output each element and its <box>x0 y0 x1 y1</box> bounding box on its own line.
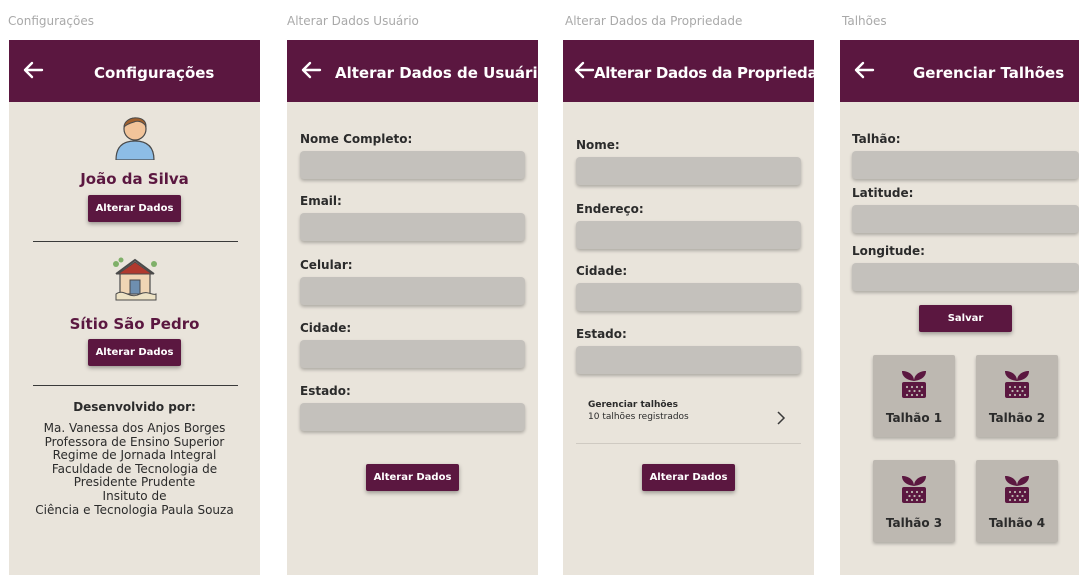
estado-field[interactable] <box>300 403 525 431</box>
latitude-label: Latitude: <box>852 186 914 200</box>
longitude-label: Longitude: <box>852 244 925 258</box>
alterar-dados-button[interactable]: Alterar Dados <box>642 464 735 491</box>
longitude-field[interactable] <box>852 263 1079 291</box>
credits-text: Ma. Vanessa dos Anjos Borges Professora … <box>9 421 260 517</box>
divider <box>33 385 238 386</box>
cidade-field[interactable] <box>300 340 525 368</box>
celular-label: Celular: <box>300 258 353 272</box>
app-bar: Alterar Dados da Propriedade <box>563 40 814 102</box>
talhao-tile-label: Talhão 3 <box>885 516 943 530</box>
talhao-tile[interactable]: Talhão 1 <box>873 355 955 437</box>
divider <box>33 241 238 242</box>
talhao-label: Talhão: <box>852 132 901 146</box>
screen-alterar-dados-propriedade: Alterar Dados da Propriedade Nome: Ender… <box>563 40 814 575</box>
user-name: João da Silva <box>80 170 189 188</box>
caption-alterar-dados-usuario: Alterar Dados Usuário <box>287 14 419 28</box>
property-name: Sítio São Pedro <box>69 315 200 333</box>
talhao-tile-label: Talhão 4 <box>988 516 1046 530</box>
page-title: Gerenciar Talhões <box>913 64 1065 82</box>
nome-completo-label: Nome Completo: <box>300 132 413 146</box>
caption-alterar-dados-propriedade: Alterar Dados da Propriedade <box>565 14 743 28</box>
email-field[interactable] <box>300 213 525 241</box>
screen-configuracoes: Configurações João da Silva Alterar Dado… <box>9 40 260 575</box>
alterar-dados-button[interactable]: Alterar Dados <box>366 464 459 491</box>
credits-line: Regime de Jornada Integral <box>52 448 217 463</box>
talhao-tile-label: Talhão 2 <box>988 411 1046 425</box>
plant-crate-icon <box>902 371 926 398</box>
screen-gerenciar-talhoes: Gerenciar Talhões Talhão: Latitude: Long… <box>840 40 1079 575</box>
cidade-label: Cidade: <box>576 264 628 278</box>
credits-line: Presidente Prudente <box>73 475 196 490</box>
talhao-tile-label: Talhão 1 <box>885 411 943 425</box>
back-arrow-icon[interactable] <box>22 58 44 82</box>
user-avatar-icon <box>115 117 155 160</box>
page-title: Alterar Dados da Propriedade <box>594 64 814 82</box>
credits-line: Ciência e Tecnologia Paula Souza <box>35 502 234 517</box>
back-arrow-icon[interactable] <box>573 58 595 82</box>
alterar-dados-propriedade-button[interactable]: Alterar Dados <box>88 339 181 366</box>
credits-line: Professora de Ensino Superior <box>44 434 225 449</box>
credits-line: Insituto de <box>102 488 167 503</box>
app-bar: Gerenciar Talhões <box>840 40 1079 102</box>
gerenciar-talhoes-item[interactable]: Gerenciar talhões 10 talhões registrados <box>576 388 801 444</box>
app-bar: Alterar Dados de Usuário <box>287 40 538 102</box>
nome-completo-field[interactable] <box>300 151 525 179</box>
page-title: Configurações <box>94 64 215 82</box>
estado-field[interactable] <box>576 346 801 374</box>
caption-configuracoes: Configurações <box>8 14 94 28</box>
talhao-field[interactable] <box>852 151 1079 179</box>
cidade-field[interactable] <box>576 283 801 311</box>
talhao-tile[interactable]: Talhão 2 <box>976 355 1058 437</box>
talhao-tile[interactable]: Talhão 4 <box>976 460 1058 542</box>
farm-house-icon <box>113 257 157 301</box>
endereco-field[interactable] <box>576 221 801 249</box>
back-arrow-icon[interactable] <box>853 58 875 82</box>
gerenciar-talhoes-subtitle: 10 talhões registrados <box>588 412 689 422</box>
chevron-right-icon <box>777 411 786 425</box>
gerenciar-talhoes-title: Gerenciar talhões <box>588 400 679 410</box>
cidade-label: Cidade: <box>300 321 352 335</box>
plant-crate-icon <box>1005 371 1029 398</box>
alterar-dados-usuario-button[interactable]: Alterar Dados <box>88 195 181 222</box>
latitude-field[interactable] <box>852 205 1079 233</box>
nome-field[interactable] <box>576 157 801 185</box>
page-title: Alterar Dados de Usuário <box>335 64 538 82</box>
celular-field[interactable] <box>300 277 525 305</box>
talhao-tile[interactable]: Talhão 3 <box>873 460 955 542</box>
endereco-label: Endereço: <box>576 202 644 216</box>
caption-talhoes: Talhões <box>842 14 887 28</box>
nome-label: Nome: <box>576 138 620 152</box>
credits-line: Ma. Vanessa dos Anjos Borges <box>43 421 226 435</box>
plant-crate-icon <box>1005 476 1029 503</box>
back-arrow-icon[interactable] <box>300 58 322 82</box>
estado-label: Estado: <box>300 384 351 398</box>
salvar-button[interactable]: Salvar <box>919 305 1012 332</box>
screen-alterar-dados-usuario: Alterar Dados de Usuário Nome Completo: … <box>287 40 538 575</box>
estado-label: Estado: <box>576 327 627 341</box>
credits-heading: Desenvolvido por: <box>73 400 196 414</box>
app-bar: Configurações <box>9 40 260 102</box>
email-label: Email: <box>300 194 342 208</box>
credits-line: Faculdade de Tecnologia de <box>51 461 218 476</box>
plant-crate-icon <box>902 476 926 503</box>
